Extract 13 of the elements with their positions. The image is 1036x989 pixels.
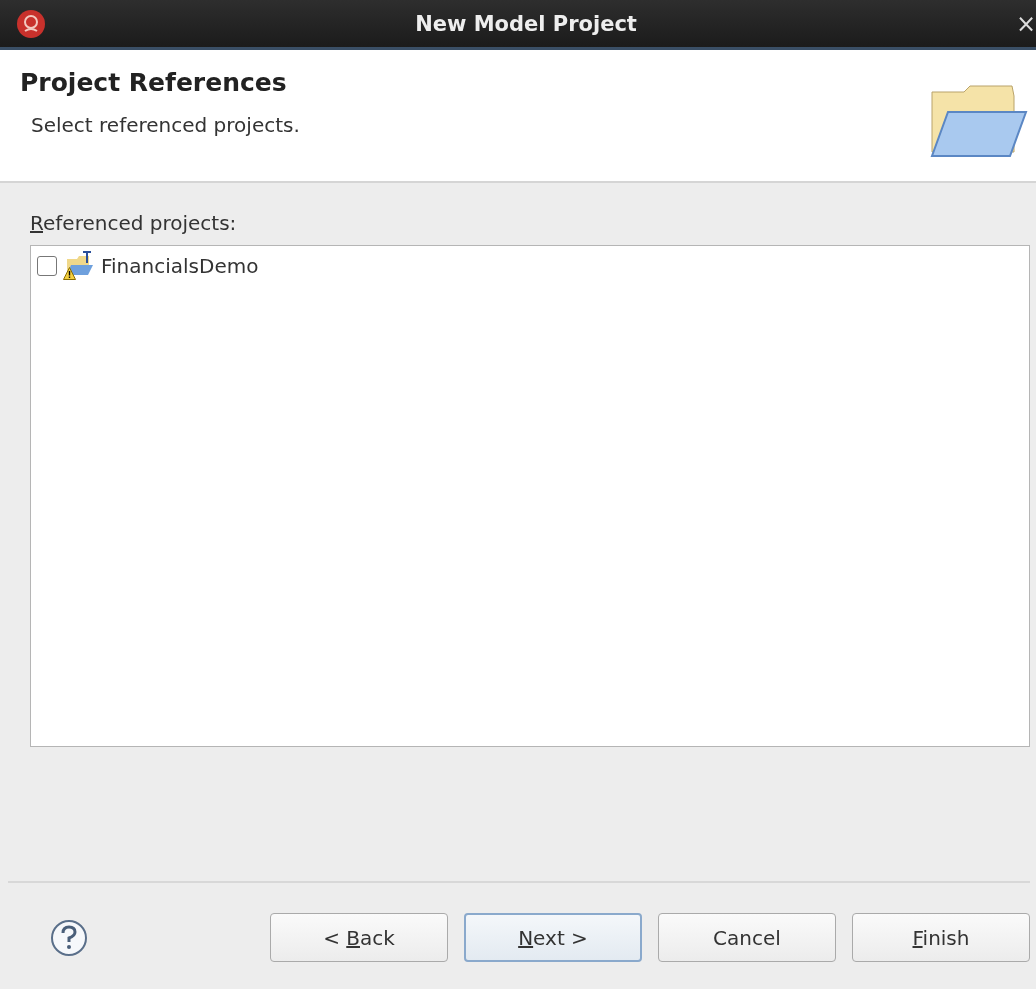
dialog-button[interactable]: Finish <box>852 913 1030 962</box>
page-description: Select referenced projects. <box>31 113 300 137</box>
references-label: Referenced projects: <box>30 211 238 235</box>
dialog-button[interactable]: Next > <box>464 913 642 962</box>
page-title: Project References <box>20 68 288 97</box>
project-name: FinancialsDemo <box>101 254 259 278</box>
dialog-button[interactable]: < Back <box>270 913 448 962</box>
help-icon[interactable] <box>50 918 88 957</box>
dialog-button[interactable]: Cancel <box>658 913 836 962</box>
project-checkbox[interactable] <box>37 256 57 276</box>
app-logo-icon <box>16 8 46 39</box>
close-button[interactable]: × <box>1015 9 1036 38</box>
window-title: New Model Project <box>414 11 638 36</box>
